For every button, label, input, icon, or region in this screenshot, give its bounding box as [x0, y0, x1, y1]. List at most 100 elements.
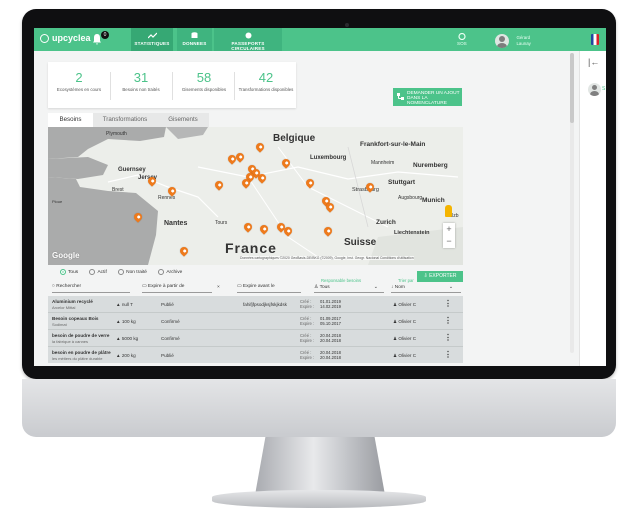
top-bar: upcyclea 0 STATISTIQUES DONNEES PASSEPOR…	[34, 28, 606, 51]
row-status: Confirmé	[161, 319, 180, 324]
row-quantity-value: null T	[121, 302, 133, 307]
row-quantity-value: 200 kg	[121, 353, 136, 358]
user-name: Gérard Launay	[516, 35, 530, 47]
expire-from-label: Expire à partir de	[147, 284, 185, 289]
logo-text: upcyclea	[52, 33, 91, 43]
responsible-filter-select[interactable]: ♙ Tous ⌄	[314, 285, 378, 290]
filter-actif[interactable]: Actif	[89, 269, 107, 275]
stat-label: Ecosystèmes en cours	[56, 87, 102, 92]
row-date-labels: Créé : Expire :	[300, 299, 314, 309]
stat-deposits[interactable]: 58 Gisements disponibles	[178, 62, 230, 108]
expires-label: Expire :	[300, 304, 315, 309]
row-org: Arcelor Mittal	[52, 305, 76, 310]
map-view[interactable]: Belgique Plymouth Guernsey Jersey Luxemb…	[48, 127, 463, 265]
user-last-name: Launay	[516, 40, 531, 46]
street-view-pegman-icon[interactable]	[445, 205, 452, 217]
radio-icon	[158, 269, 165, 275]
clear-date-icon[interactable]: ×	[217, 285, 220, 290]
owner-name: Olivier C	[398, 336, 417, 341]
nav-label: PASSEPORTS CIRCULAIRES	[231, 41, 265, 51]
sort-select[interactable]: ↓ Nom ⌄	[391, 285, 453, 290]
expires-label: Expire :	[300, 355, 315, 360]
language-flag-icon[interactable]	[591, 34, 599, 45]
expire-from-field[interactable]: ▭ Expire à partir de	[142, 284, 184, 289]
map-label-liechtenstein: Liechtenstein	[394, 230, 430, 236]
app-screen: upcyclea 0 STATISTIQUES DONNEES PASSEPOR…	[34, 28, 606, 366]
row-quantity: ▲ 5000 kg	[116, 336, 139, 341]
tab-besoins[interactable]: Besoins	[48, 113, 93, 127]
stats-card: 2 Ecosystèmes en cours 31 Besoins non trai…	[48, 62, 296, 108]
stat-needs[interactable]: 31 Besoins non traités	[110, 62, 172, 108]
expire-date: 20.04.2018	[320, 338, 341, 343]
map-attribution[interactable]: Données cartographiques ©2020 GeoBasis-D…	[240, 256, 414, 260]
radio-checked-icon	[60, 269, 66, 275]
scrollbar-thumb[interactable]	[570, 53, 574, 123]
row-date-labels: Créé : Expire :	[300, 316, 314, 326]
row-name: besoin de poudre de verre	[52, 333, 110, 338]
table-row[interactable]: Besoin copeaux Bois Sodimat ▲ 100 kg Con…	[48, 313, 463, 329]
filter-non-traite[interactable]: Non traité	[118, 269, 147, 275]
expires-label: Expire :	[300, 338, 315, 343]
table-row[interactable]: besoin de poudre de verre la fabrique à …	[48, 330, 463, 346]
nav-passeports[interactable]: PASSEPORTS CIRCULAIRES	[214, 28, 282, 51]
filter-label: Tous	[68, 270, 79, 275]
filter-label: Non traité	[126, 270, 147, 275]
search-field[interactable]: ○ Rechercher	[52, 284, 81, 289]
scrollbar[interactable]	[570, 53, 574, 353]
chevron-down-icon: ⌄	[373, 285, 378, 290]
stat-transformations[interactable]: 42 Transformations disponibles	[236, 62, 296, 108]
row-status: Publié	[161, 353, 174, 358]
row-dates: 01.09.2017 05.10.2017	[320, 316, 341, 326]
map-label-stuttgart: Stuttgart	[388, 179, 416, 186]
request-nomenclature-button[interactable]: DEMANDER UN AJOUT DANS LA NOMENCLATURE	[393, 88, 462, 106]
radio-icon	[89, 269, 96, 275]
stat-label: Besoins non traités	[122, 87, 160, 92]
map-label-mannheim: Mannheim	[371, 160, 395, 166]
kebab-menu-icon[interactable]: ⋮	[444, 333, 452, 342]
owner-name: Olivier C	[398, 319, 417, 324]
expire-before-label: Expire avant le	[242, 284, 275, 289]
contact-avatar-icon[interactable]	[588, 83, 601, 96]
filter-tous[interactable]: Tous	[60, 269, 78, 275]
kebab-menu-icon[interactable]: ⋮	[444, 299, 452, 308]
row-name: Besoin copeaux Bois	[52, 316, 99, 321]
stat-ecosystems[interactable]: 2 Ecosystèmes en cours	[48, 62, 110, 108]
divider	[234, 72, 235, 100]
chevron-down-icon: ⌄	[448, 285, 453, 290]
nav-statistiques[interactable]: STATISTIQUES	[131, 28, 173, 51]
kebab-menu-icon[interactable]: ⋮	[444, 350, 452, 359]
row-dates: 20.04.2018 20.04.2018	[320, 333, 341, 343]
filter-archive[interactable]: Archive	[158, 269, 182, 275]
sos-label: SOS	[457, 41, 467, 46]
export-button[interactable]: ⇩ EXPORTER	[417, 271, 463, 282]
row-owner: ♟ Olivier C	[393, 319, 417, 324]
expire-before-field[interactable]: ▭ Expire avant le	[237, 284, 275, 289]
row-quantity: ▲ 200 kg	[116, 353, 136, 358]
row-name: Aluminium recyclé	[52, 299, 93, 304]
table-row[interactable]: besoin en poudre de plâtre les métiers d…	[48, 347, 463, 363]
kebab-menu-icon[interactable]: ⋮	[444, 316, 452, 325]
user-first-name: Gérard	[516, 34, 531, 40]
row-quantity: ▲ 100 kg	[116, 319, 136, 324]
sort-title: Trier par	[398, 278, 414, 283]
map-label-tours: Tours	[215, 220, 228, 226]
row-quantity-value: 100 kg	[121, 319, 136, 324]
tab-transformations[interactable]: Transformations	[93, 113, 157, 127]
notification-badge: 0	[101, 31, 109, 39]
user-menu[interactable]: Gérard Launay	[495, 32, 531, 50]
table-row[interactable]: Aluminium recyclé Arcelor Mittal ▲ null …	[48, 296, 463, 312]
app-logo[interactable]: upcyclea	[40, 33, 91, 43]
collapse-panel-icon[interactable]: |←	[588, 57, 599, 67]
chart-line-icon	[147, 32, 157, 39]
zoom-out-button[interactable]: −	[443, 235, 455, 247]
nav-donnees[interactable]: DONNEES	[177, 28, 212, 51]
tab-gisements[interactable]: Gisements	[157, 113, 209, 127]
row-dates: 01.01.2019 14.02.2019	[320, 299, 341, 309]
zoom-in-button[interactable]: +	[443, 223, 455, 235]
monitor-chin	[22, 379, 616, 437]
monitor-base	[212, 490, 426, 508]
row-status: Publié	[161, 302, 174, 307]
map-label-luxembourg: Luxembourg	[310, 155, 347, 161]
sos-button[interactable]: SOS	[457, 33, 467, 46]
row-date-labels: Créé : Expire :	[300, 350, 314, 360]
